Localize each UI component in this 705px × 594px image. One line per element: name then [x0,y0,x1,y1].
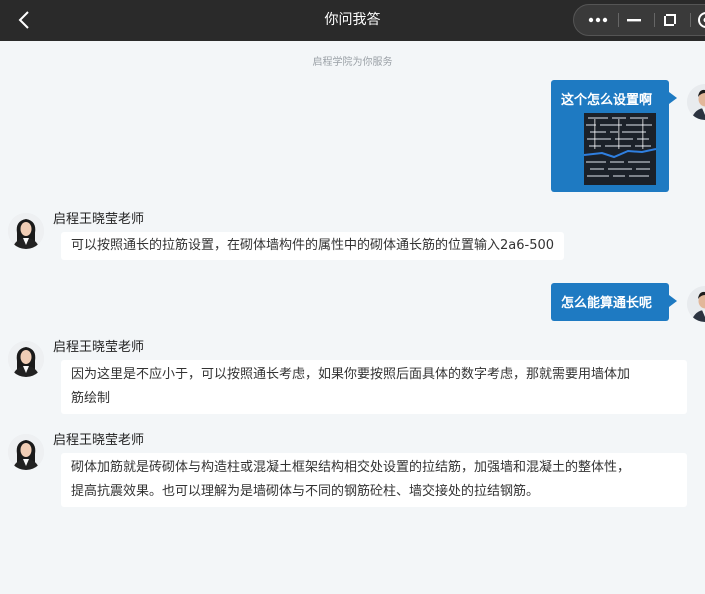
restore-icon [664,14,676,26]
more-icon [588,17,608,23]
teacher-message-line: 筋绘制 [71,391,111,406]
teacher-avatar-icon [8,213,44,249]
header-bar: 你问我答 [0,0,705,41]
more-button[interactable] [580,5,616,35]
sender-name: 启程王晓莹老师 [53,212,145,227]
minimize-icon [627,19,641,22]
user-message-text: 怎么能算通长呢 [561,296,653,311]
teacher-avatar-icon [8,341,44,377]
bubble-tail [669,295,677,307]
person-avatar-icon [687,84,705,120]
teacher-avatar[interactable] [8,341,44,377]
teacher-message-line: 因为这里是不应小于，可以按照通长考虑，如果你要按照后面具体的数字考虑，那就需要用… [71,367,631,382]
service-notice: 启程学院为你服务 [312,57,393,68]
teacher-message-bubble[interactable]: 因为这里是不应小于，可以按照通长考虑，如果你要按照后面具体的数字考虑，那就需要用… [61,360,687,414]
teacher-message-bubble[interactable]: 砌体加筋就是砖砌体与构造柱或混凝土框架结构相交处设置的拉结筋，加强墙和混凝土的整… [61,453,687,507]
user-message-text: 这个怎么设置啊 [561,93,653,108]
back-button[interactable] [14,9,36,31]
close-target-icon [698,12,705,28]
user-avatar[interactable] [687,84,705,120]
teacher-avatar[interactable] [8,213,44,249]
bubble-tail [669,92,677,104]
sender-name: 启程王晓莹老师 [53,433,145,448]
teacher-message-line: 砌体加筋就是砖砌体与构造柱或混凝土框架结构相交处设置的拉结筋，加强墙和混凝土的整… [71,460,631,475]
person-avatar-icon [687,286,705,322]
close-button[interactable] [688,5,705,35]
teacher-message-bubble[interactable]: 可以按照通长的拉筋设置，在砌体墙构件的属性中的砌体通长筋的位置输入2a6-500 [61,232,565,260]
restore-button[interactable] [652,5,688,35]
chevron-left-icon [18,11,29,29]
screenshot-image [584,113,656,185]
teacher-message-text: 可以按照通长的拉筋设置，在砌体墙构件的属性中的砌体通长筋的位置输入2a6-500 [71,238,555,253]
user-message-bubble[interactable]: 怎么能算通长呢 [551,283,677,321]
window-capsule [573,4,705,36]
sender-name: 启程王晓莹老师 [53,340,145,355]
message-image-thumbnail[interactable] [584,113,656,185]
teacher-avatar[interactable] [8,434,44,470]
user-avatar[interactable] [687,286,705,322]
teacher-avatar-icon [8,434,44,470]
minimize-button[interactable] [616,5,652,35]
teacher-message-line: 提高抗震效果。也可以理解为是墙砌体与不同的钢筋砼柱、墙交接处的拉结钢筋。 [71,484,540,499]
